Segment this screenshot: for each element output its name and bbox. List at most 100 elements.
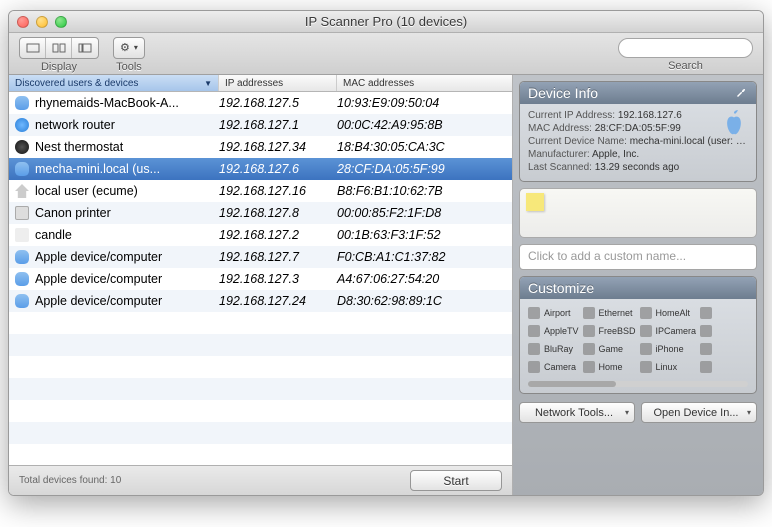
customize-item[interactable] — [700, 341, 748, 357]
customize-item[interactable]: Airport — [528, 305, 579, 321]
device-mac: 00:0C:42:A9:95:8B — [337, 118, 512, 132]
customize-item-icon — [700, 325, 712, 337]
customize-item-label: Home — [599, 362, 623, 372]
customize-item-label: Ethernet — [599, 308, 633, 318]
customize-item-label: Game — [599, 344, 624, 354]
view-mode-2-icon[interactable] — [46, 38, 72, 58]
customize-item[interactable]: Ethernet — [583, 305, 636, 321]
custom-name-input[interactable]: Click to add a custom name... — [519, 244, 757, 270]
sticky-note-icon — [526, 193, 544, 211]
chevron-down-icon: ▾ — [134, 43, 138, 52]
open-device-in-button[interactable]: Open Device In... — [641, 402, 757, 423]
device-icon — [15, 206, 29, 220]
customize-item[interactable]: AppleTV — [528, 323, 579, 339]
column-mac[interactable]: MAC addresses — [337, 75, 512, 91]
device-mac: 18:B4:30:05:CA:3C — [337, 140, 512, 154]
device-info-title: Device Info — [528, 85, 598, 101]
customize-scrollbar[interactable] — [528, 381, 748, 387]
customize-panel: Customize AirportEthernetHomeAltAppleTVF… — [519, 276, 757, 394]
sort-arrow-icon: ▼ — [204, 79, 212, 88]
device-icon — [15, 118, 29, 132]
view-mode-1-icon[interactable] — [20, 38, 46, 58]
customize-item[interactable] — [700, 323, 748, 339]
device-ip: 192.168.127.2 — [219, 228, 337, 242]
customize-item-label: Linux — [656, 362, 678, 372]
table-row[interactable]: rhynemaids-MacBook-A...192.168.127.510:9… — [9, 92, 512, 114]
customize-item[interactable]: Camera — [528, 359, 579, 375]
device-name: network router — [35, 118, 115, 132]
table-row-empty — [9, 378, 512, 400]
device-ip: 192.168.127.8 — [219, 206, 337, 220]
device-ip: 192.168.127.24 — [219, 294, 337, 308]
customize-item-icon — [583, 343, 595, 355]
table-row[interactable]: Nest thermostat 192.168.127.3418:B4:30:05… — [9, 136, 512, 158]
device-ip: 192.168.127.6 — [219, 162, 337, 176]
device-ip: 192.168.127.3 — [219, 272, 337, 286]
device-mac: 00:00:85:F2:1F:D8 — [337, 206, 512, 220]
device-mac: 00:1B:63:F3:1F:52 — [337, 228, 512, 242]
customize-item-icon — [583, 325, 595, 337]
column-devices[interactable]: Discovered users & devices▼ — [9, 75, 219, 91]
customize-item[interactable]: Home — [583, 359, 636, 375]
display-segmented[interactable] — [19, 37, 99, 59]
search-input[interactable] — [618, 38, 753, 58]
device-name: Nest thermostat — [35, 140, 123, 154]
total-devices-label: Total devices found: 10 — [19, 475, 121, 486]
notes-panel[interactable] — [519, 188, 757, 238]
customize-item[interactable] — [700, 305, 748, 321]
customize-item-icon — [528, 361, 540, 373]
table-header: Discovered users & devices▼ IP addresses… — [9, 75, 512, 92]
customize-item-icon — [528, 343, 540, 355]
device-icon — [15, 250, 29, 264]
table-row[interactable]: mecha-mini.local (us...192.168.127.628:C… — [9, 158, 512, 180]
customize-item[interactable]: iPhone — [640, 341, 697, 357]
table-row-empty — [9, 400, 512, 422]
table-row-empty — [9, 334, 512, 356]
device-icon — [15, 184, 29, 198]
view-mode-3-icon[interactable] — [72, 38, 98, 58]
customize-item-label: BluRay — [544, 344, 573, 354]
gear-icon: ⚙ — [120, 41, 130, 54]
start-button[interactable]: Start — [410, 470, 502, 491]
minimize-button[interactable] — [36, 16, 48, 28]
device-name: Apple device/computer — [35, 294, 162, 308]
device-icon — [15, 228, 29, 242]
titlebar: IP Scanner Pro (10 devices) — [9, 11, 763, 33]
device-name: Canon printer — [35, 206, 111, 220]
customize-item[interactable]: BluRay — [528, 341, 579, 357]
table-row[interactable]: Apple device/computer 192.168.127.24D8:30… — [9, 290, 512, 312]
table-row[interactable]: candle192.168.127.200:1B:63:F3:1F:52 — [9, 224, 512, 246]
customize-item[interactable]: IPCamera — [640, 323, 697, 339]
table-row[interactable]: Apple device/computer192.168.127.7F0:CB:… — [9, 246, 512, 268]
apple-logo-icon — [720, 110, 748, 140]
close-button[interactable] — [17, 16, 29, 28]
customize-item[interactable] — [700, 359, 748, 375]
customize-item-label: Camera — [544, 362, 576, 372]
customize-item[interactable]: Game — [583, 341, 636, 357]
traffic-lights — [17, 16, 67, 28]
device-name: mecha-mini.local (us... — [35, 162, 160, 176]
customize-item-icon — [528, 307, 540, 319]
table-row[interactable]: network router192.168.127.100:0C:42:A9:9… — [9, 114, 512, 136]
wrench-icon[interactable] — [734, 86, 748, 100]
table-row[interactable]: Apple device/computer192.168.127.3A4:67:… — [9, 268, 512, 290]
device-ip: 192.168.127.34 — [219, 140, 337, 154]
device-name: rhynemaids-MacBook-A... — [35, 96, 179, 110]
tools-button[interactable]: ⚙▾ — [113, 37, 145, 59]
customize-item[interactable]: HomeAlt — [640, 305, 697, 321]
zoom-button[interactable] — [55, 16, 67, 28]
device-list-pane: Discovered users & devices▼ IP addresses… — [9, 75, 513, 495]
customize-item[interactable]: FreeBSD — [583, 323, 636, 339]
column-ip[interactable]: IP addresses — [219, 75, 337, 91]
window-title: IP Scanner Pro (10 devices) — [9, 14, 763, 29]
customize-item[interactable]: Linux — [640, 359, 697, 375]
device-name: local user (ecume) — [35, 184, 138, 198]
network-tools-button[interactable]: Network Tools... — [519, 402, 635, 423]
customize-icon-grid: Airport Ethernet HomeAlt AppleTVFreeBSDIPCa… — [528, 305, 748, 375]
table-row[interactable]: Canon printer 192.168.127.800:00:85:F2:1F… — [9, 202, 512, 224]
tools-label: Tools — [116, 61, 142, 73]
device-icon — [15, 140, 29, 154]
device-mac: 10:93:E9:09:50:04 — [337, 96, 512, 110]
table-row[interactable]: local user (ecume)192.168.127.16B8:F6:B1… — [9, 180, 512, 202]
device-mac: D8:30:62:98:89:1C — [337, 294, 512, 308]
